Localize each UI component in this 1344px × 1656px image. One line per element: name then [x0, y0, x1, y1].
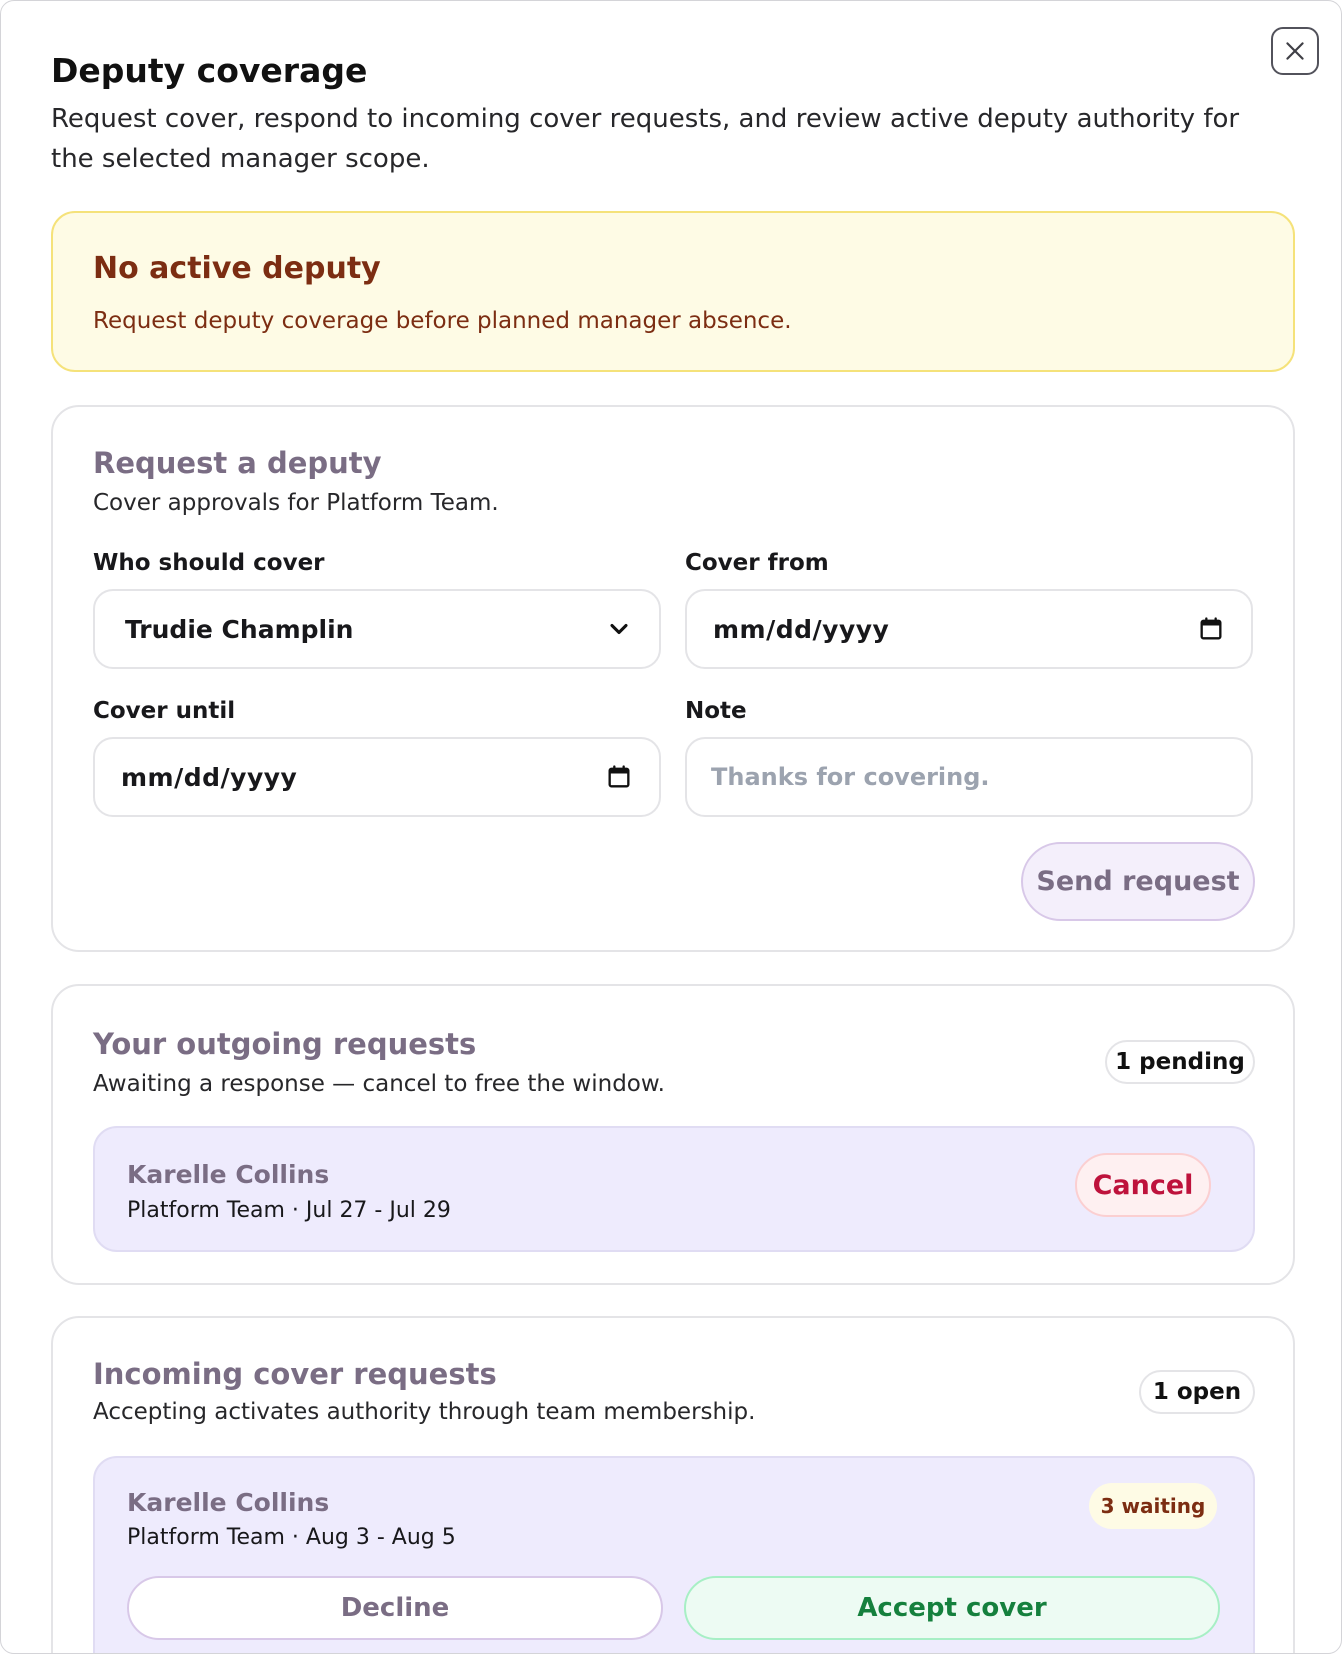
card-title: Your outgoing requests — [93, 1027, 477, 1061]
card-title: Request a deputy — [93, 446, 382, 480]
alert-title: No active deputy — [93, 251, 381, 286]
close-icon — [1286, 42, 1304, 60]
dialog-subtitle: Request cover, respond to incoming cover… — [51, 104, 1240, 174]
calendar-icon[interactable] — [605, 763, 633, 791]
card-subtitle: Accepting activates authority through te… — [93, 1399, 756, 1425]
accept-cover-button[interactable]: Accept cover — [684, 1576, 1220, 1640]
request-deputy-card: Request a deputy Cover approvals for Pla… — [51, 405, 1295, 952]
cover-from-label: Cover from — [685, 550, 829, 576]
note-label: Note — [685, 698, 747, 724]
request-meta: Platform Team · Jul 27 - Jul 29 — [127, 1198, 451, 1223]
cover-from-input[interactable]: mm/dd/yyyy — [685, 589, 1253, 669]
alert-text: Request deputy coverage before planned m… — [93, 308, 792, 334]
list-item: Karelle Collins Platform Team · Aug 3 - … — [93, 1456, 1255, 1653]
cover-until-label: Cover until — [93, 698, 236, 724]
waiting-badge: 3 waiting — [1089, 1483, 1217, 1529]
cover-from-value: mm/dd/yyyy — [713, 614, 890, 644]
card-title: Incoming cover requests — [93, 1357, 497, 1391]
close-button[interactable] — [1271, 27, 1319, 75]
calendar-icon[interactable] — [1197, 615, 1225, 643]
cover-until-value: mm/dd/yyyy — [121, 762, 298, 792]
requester-name: Karelle Collins — [127, 1488, 330, 1517]
chevron-down-icon — [610, 623, 628, 635]
requester-name: Karelle Collins — [127, 1160, 330, 1189]
pending-count-badge: 1 pending — [1105, 1040, 1255, 1084]
dialog-title: Deputy coverage — [51, 51, 368, 90]
cover-until-input[interactable]: mm/dd/yyyy — [93, 737, 661, 817]
send-request-button[interactable]: Send request — [1021, 842, 1255, 921]
request-meta: Platform Team · Aug 3 - Aug 5 — [127, 1525, 456, 1550]
who-should-cover-select[interactable]: Trudie Champlin — [93, 589, 661, 669]
deputy-coverage-dialog: Deputy coverage Request cover, respond t… — [0, 0, 1342, 1654]
decline-button[interactable]: Decline — [127, 1576, 663, 1640]
card-subtitle: Cover approvals for Platform Team. — [93, 490, 499, 516]
note-input[interactable]: Thanks for covering. — [685, 737, 1253, 817]
who-should-cover-label: Who should cover — [93, 550, 325, 576]
outgoing-requests-card: Your outgoing requests Awaiting a respon… — [51, 984, 1295, 1285]
no-deputy-alert: No active deputy Request deputy coverage… — [51, 211, 1295, 372]
open-count-badge: 1 open — [1139, 1370, 1255, 1414]
card-subtitle: Awaiting a response — cancel to free the… — [93, 1071, 665, 1097]
incoming-requests-card: Incoming cover requests Accepting activa… — [51, 1316, 1295, 1653]
selected-deputy: Trudie Champlin — [125, 614, 354, 644]
list-item: Karelle Collins Platform Team · Jul 27 -… — [93, 1126, 1255, 1252]
note-placeholder: Thanks for covering. — [711, 763, 990, 791]
cancel-button[interactable]: Cancel — [1075, 1153, 1211, 1217]
